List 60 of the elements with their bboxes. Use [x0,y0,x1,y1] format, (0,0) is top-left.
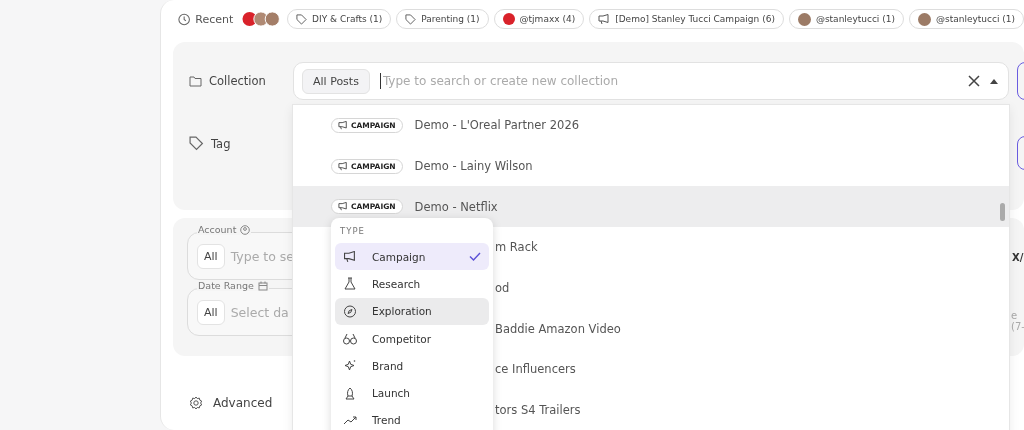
megaphone-icon [343,250,357,263]
compass-icon [343,304,357,318]
table-cell: e (7- [1011,310,1024,332]
logo-icon [502,13,515,25]
check-icon [469,252,481,262]
sparkle-icon [343,359,357,373]
binoculars-icon [343,332,357,345]
flask-icon [343,277,357,291]
collection-search-input[interactable]: Type to search or create new collection [379,73,958,89]
type-option[interactable]: Campaign [335,243,489,271]
avatar-group-icon [242,11,283,27]
option-name[interactable]: tors S4 Trailers [495,403,581,418]
clock-icon [178,12,191,26]
settings-icon[interactable] [189,396,203,410]
recent-chip[interactable]: @stanleytucci (1) [788,9,904,29]
recent-chip[interactable]: @stanleytucci (1) [908,9,1024,29]
avatar-icon [797,12,811,26]
option-name[interactable]: m Rack [495,240,538,255]
rocket-icon [343,386,357,400]
recent-chip[interactable]: DIY & Crafts (1) [287,9,392,29]
clear-icon[interactable] [968,75,980,87]
megaphone-icon [598,13,611,25]
scope-chip: All [197,299,225,325]
option-name: Demo - L'Oreal Partner 2026 [414,118,580,133]
tag-label: Tag [211,136,231,151]
collection-label: Collection [209,74,266,88]
collection-combobox[interactable]: All Posts Type to search or create new collection [293,62,1009,100]
megaphone-icon [338,120,348,130]
avatar-icon [917,12,931,26]
info-icon [240,224,251,235]
type-option[interactable]: Launch [335,379,489,407]
megaphone-icon [338,202,348,212]
field-placeholder: Select da [230,304,289,320]
tag-icon [189,136,204,151]
scope-chip: All [197,243,225,269]
scope-chip: All Posts [302,68,370,94]
type-option[interactable]: Exploration [335,297,489,325]
recent-label: Recent [195,12,234,26]
option-name[interactable]: Baddie Amazon Video [495,321,621,336]
column-header: X/ [1012,252,1024,263]
megaphone-icon [338,161,348,171]
calendar-icon [257,280,268,291]
scrollbar-thumb[interactable] [1000,203,1005,221]
option-name: Demo - Netflix [414,199,498,214]
type-option[interactable]: Brand [335,352,489,380]
tag-icon [405,13,417,25]
trend-icon [343,415,357,426]
tag-icon [296,13,308,25]
recent-chip[interactable]: Parenting (1) [396,9,489,29]
recent-chip[interactable]: [Demo] Stanley Tucci Campaign (6) [589,9,784,29]
advanced-label[interactable]: Advanced [213,396,273,410]
option-name: Demo - Lainy Wilson [414,159,533,174]
option-name[interactable]: od [495,281,510,296]
folder-icon [189,75,202,87]
field-label: Account [198,224,237,235]
recent-chip[interactable]: @tjmaxx (4) [493,9,585,29]
type-option[interactable]: Trend [335,406,489,430]
caret-icon[interactable] [990,78,998,84]
field-label: Date Range [198,280,254,291]
option-name[interactable]: ce Influencers [495,362,576,377]
